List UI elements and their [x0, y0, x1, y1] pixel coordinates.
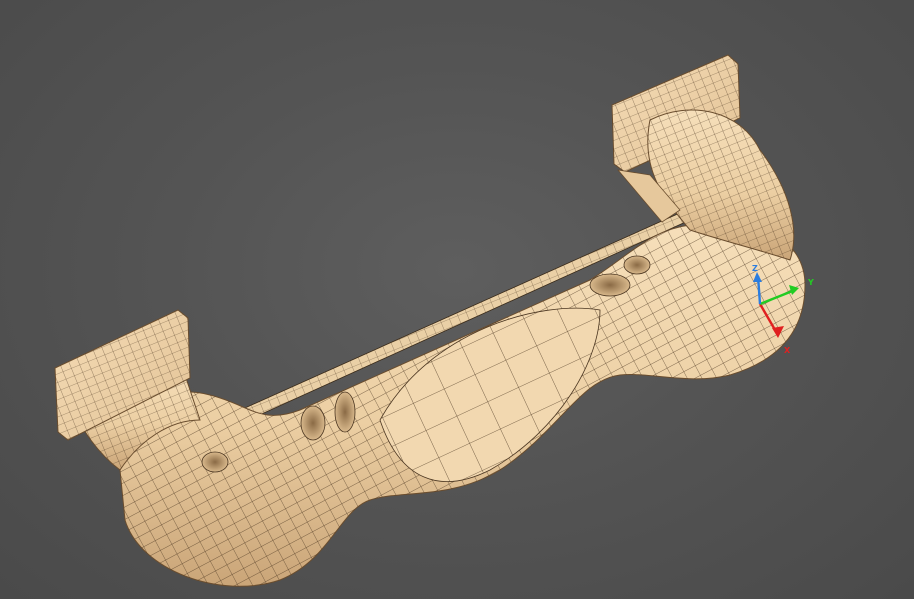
cavity-left-2 — [300, 405, 326, 441]
x-axis-label: X — [784, 346, 791, 355]
z-axis-label: Z — [752, 264, 758, 273]
cavity-right-1 — [589, 273, 631, 297]
manifold-mesh[interactable] — [54, 54, 806, 587]
cavity-left-1 — [201, 451, 229, 473]
y-axis-label: Y — [807, 278, 814, 287]
3d-viewport[interactable]: X Y Z — [0, 0, 914, 599]
mesh-scene[interactable]: X Y Z — [0, 0, 914, 599]
cavity-right-2 — [623, 255, 651, 275]
cavity-left-3 — [334, 391, 356, 433]
